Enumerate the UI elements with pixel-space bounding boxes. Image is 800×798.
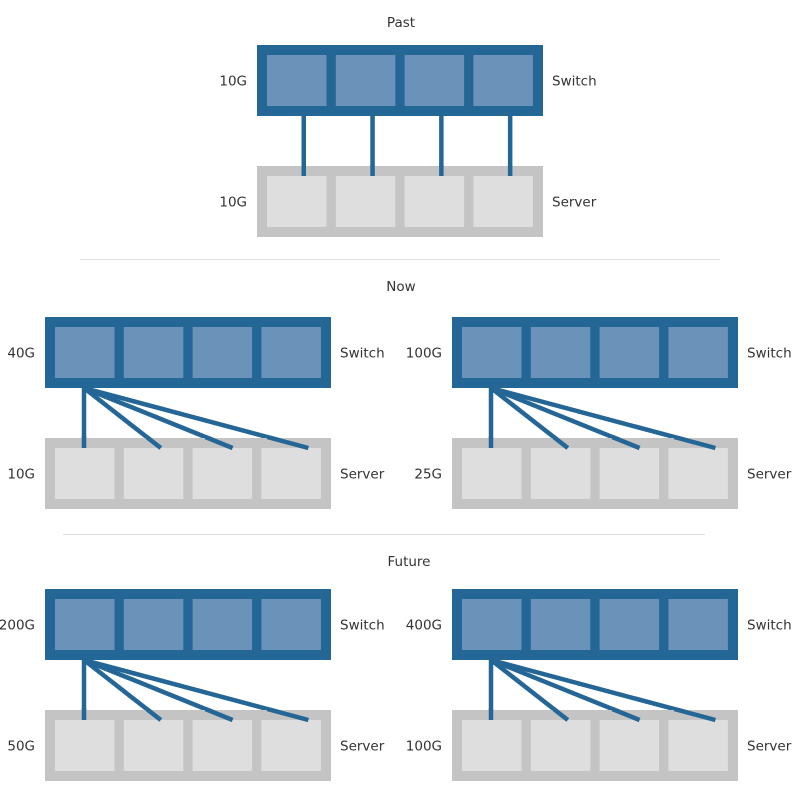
server-speed-label: 10G [219,195,247,211]
switch-name-label: Switch [340,618,385,634]
switch-port [267,55,327,106]
switch-port [668,327,728,378]
switch-port [404,55,465,106]
server-port [192,448,253,499]
server-port [668,720,728,771]
server-speed-label: 25G [414,467,442,483]
switch-speed-label: 40G [7,346,35,362]
server-port [599,448,660,499]
server-port [267,176,327,227]
server-port [462,448,522,499]
switch-port [192,599,253,650]
switch-port [335,55,396,106]
switch-server-group: 100G Switch 25G Server [406,317,792,509]
switch-port [530,327,591,378]
server-port [192,720,253,771]
server-name-label: Server [340,739,385,755]
switch-port [599,327,660,378]
switch-speed-label: 400G [406,618,442,634]
server-port [55,448,115,499]
server-port [123,720,184,771]
switch-port [192,327,253,378]
server-port [404,176,465,227]
switch-speed-label: 10G [219,74,247,90]
switch-name-label: Switch [340,346,385,362]
switch-port [123,327,184,378]
switch-name-label: Switch [747,346,792,362]
switch-port [599,599,660,650]
server-name-label: Server [747,467,792,483]
switch-port [668,599,728,650]
switch-name-label: Switch [747,618,792,634]
section-title-past: Past [387,15,415,31]
switch-server-group: 400G Switch 100G Server [406,589,792,781]
switch-port [462,327,522,378]
server-name-label: Server [747,739,792,755]
server-port [530,720,591,771]
server-port [261,720,321,771]
switch-port [530,599,591,650]
section-title-future: Future [388,554,431,570]
switch-port [473,55,533,106]
switch-port [55,599,115,650]
switch-speed-label: 200G [0,618,35,634]
switch-server-group: 200G Switch 50G Server [0,589,385,781]
switch-server-group: 10G Switch 10G Server [219,45,597,237]
switch-port [261,599,321,650]
server-port [55,720,115,771]
switch-name-label: Switch [552,74,597,90]
switch-port [261,327,321,378]
switch-port [462,599,522,650]
server-speed-label: 50G [7,739,35,755]
server-port [261,448,321,499]
switch-server-group: 40G Switch 10G Server [7,317,385,509]
switch-port [55,327,115,378]
server-port [599,720,660,771]
section-title-now: Now [386,279,415,295]
server-name-label: Server [340,467,385,483]
server-port [473,176,533,227]
server-name-label: Server [552,195,597,211]
server-port [462,720,522,771]
server-port [123,448,184,499]
switch-server-evolution-diagram: Past Now Future 10G Switch 10G Server 40G Swi… [0,15,792,781]
switch-port [123,599,184,650]
server-port [530,448,591,499]
switch-speed-label: 100G [406,346,442,362]
server-port [668,448,728,499]
server-port [335,176,396,227]
server-speed-label: 10G [7,467,35,483]
server-speed-label: 100G [406,739,442,755]
